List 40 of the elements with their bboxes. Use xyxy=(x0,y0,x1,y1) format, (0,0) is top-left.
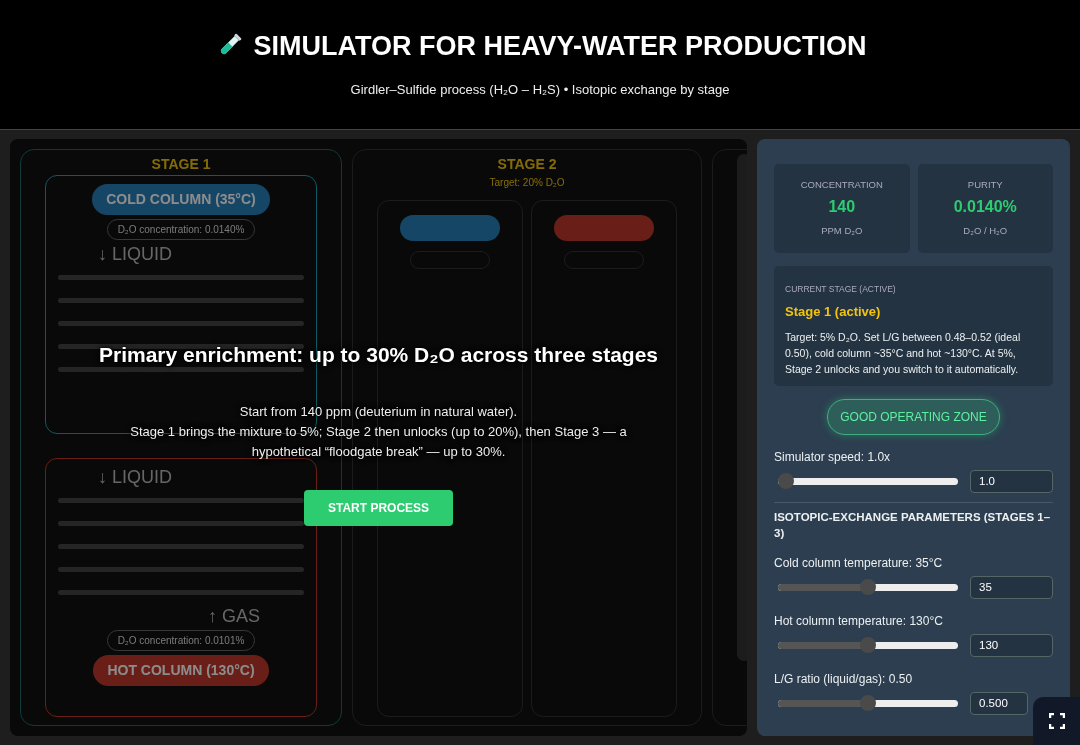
app-subtitle: Girdler–Sulfide process (H₂O – H₂S) • Isotopic exchange by stage xyxy=(350,80,730,99)
slider-label: Cold column temperature: 35°C xyxy=(774,554,944,572)
stage-title: STAGE 1 xyxy=(151,155,211,174)
number-field[interactable]: 130 xyxy=(970,633,1053,657)
metric-unit: D₂O / H₂O xyxy=(962,224,1009,239)
slider-thumb[interactable] xyxy=(860,579,876,596)
fullscreen-button[interactable] xyxy=(1033,697,1080,745)
fullscreen-icon xyxy=(1048,713,1065,729)
metric-value: 0.0140% xyxy=(952,197,1018,218)
overlay-title: Primary enrichment: up to 30% D₂O across three stages xyxy=(99,341,658,368)
number-field[interactable]: 35 xyxy=(970,575,1053,599)
metric-label: CONCENTRATION xyxy=(799,178,884,192)
stage-card-label: CURRENT STAGE (ACTIVE) xyxy=(785,282,897,296)
metric-label: PURITY xyxy=(966,178,1004,192)
metric-unit: PPM D₂O xyxy=(820,224,864,239)
concentration-badge: D₂O concentration: 0.0101% xyxy=(106,630,256,651)
status-pill: GOOD OPERATING ZONE xyxy=(827,398,1000,435)
app-title: SIMULATOR FOR HEAVY-WATER PRODUCTION xyxy=(253,29,867,62)
slider-label: L/G ratio (liquid/gas): 0.50 xyxy=(774,670,914,688)
stage-title: STAGE 2 xyxy=(497,155,557,174)
overlay-text: Start from 140 ppm (deuterium in natural water). xyxy=(239,403,518,422)
slider-thumb[interactable] xyxy=(778,473,794,490)
flow-label: ↓ LIQUID xyxy=(98,244,172,264)
stage-target: Target: 20% D₂O xyxy=(489,176,565,190)
stage-card-title: Stage 1 (active) xyxy=(785,303,882,322)
flow-label: ↓ LIQUID xyxy=(98,467,172,487)
slider-thumb[interactable] xyxy=(860,695,876,712)
stage-card-text: Target: 5% D₂O. Set L/G between 0.48–0.52 (ideal 0.50), cold column ~35°C and hot ~130°C. At 5%, Stage 2 unlocks and you switch to it automatically. xyxy=(785,329,1022,377)
section-heading: ISOTOPIC-EXCHANGE PARAMETERS (STAGES 1–3) xyxy=(774,509,1052,541)
number-field[interactable]: 1.0 xyxy=(970,469,1053,493)
number-field[interactable]: 0.500 xyxy=(970,691,1028,715)
concentration-badge: D₂O concentration: 0.0140% xyxy=(106,219,256,240)
column-badge: COLD COLUMN (35°C) xyxy=(92,184,270,215)
overlay-text: Stage 1 brings the mixture to 5%; Stage 2 then unlocks (up to 20%), then Stage 3 — a hypothetical “floodgate break” — up to 30%. xyxy=(129,423,628,462)
metric-value: 140 xyxy=(827,197,857,218)
slider-thumb[interactable] xyxy=(860,637,876,654)
flow-label: ↑ GAS xyxy=(208,606,260,626)
slider-label: Simulator speed: 1.0x xyxy=(774,448,892,466)
slider-label: Hot column temperature: 130°C xyxy=(774,612,944,630)
column-badge: HOT COLUMN (130°C) xyxy=(93,655,269,686)
